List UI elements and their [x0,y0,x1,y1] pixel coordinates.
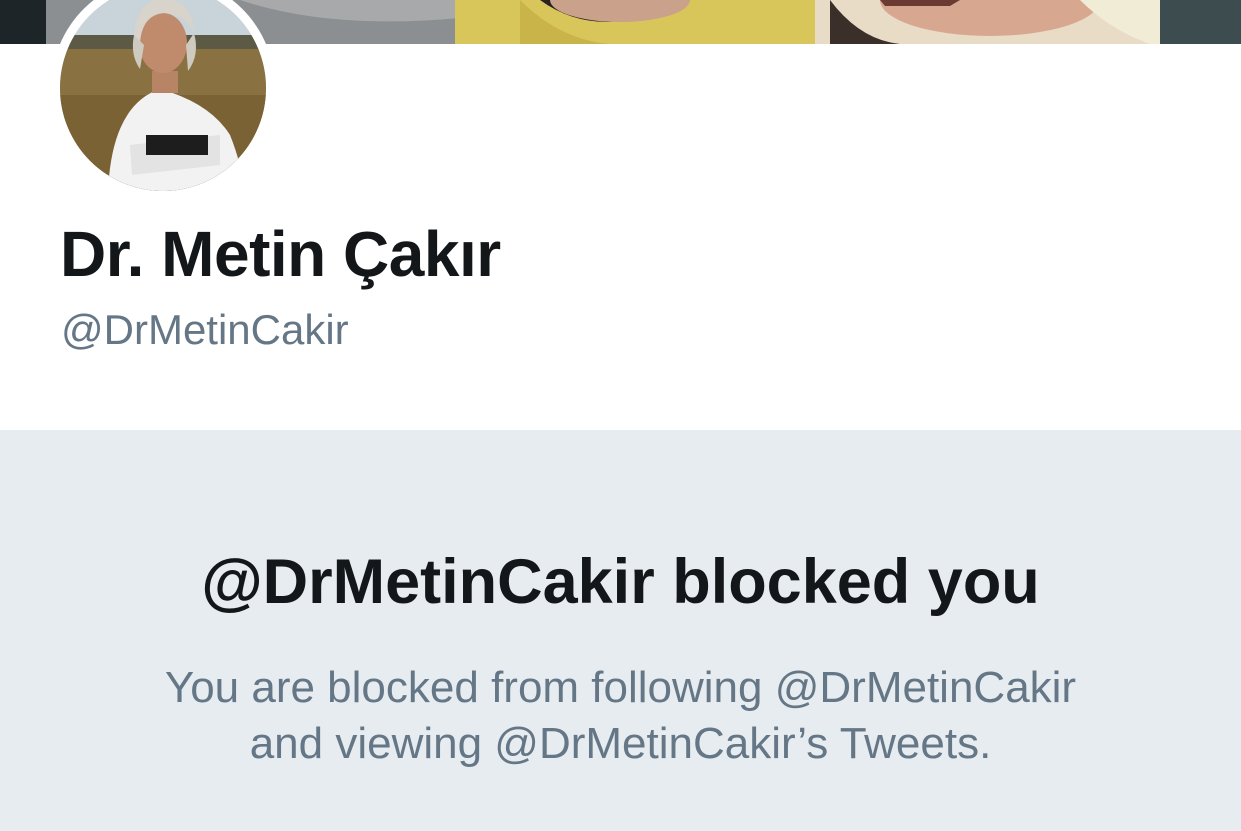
blocked-notice: @DrMetinCakir blocked you You are blocke… [0,430,1241,831]
profile-page: Dr. Metin Çakır @DrMetinCakir @DrMetinCa… [0,0,1241,831]
avatar[interactable] [51,0,275,200]
avatar-photo [60,0,266,191]
blocked-message-line-2: and viewing @DrMetinCakir’s Tweets. [249,719,992,768]
profile-photo-icon [60,0,266,191]
blocked-message: You are blocked from following @DrMetinC… [80,660,1161,772]
blocked-title: @DrMetinCakir blocked you [201,547,1040,617]
profile-display-name: Dr. Metin Çakır [60,218,501,290]
profile-handle: @DrMetinCakir [61,306,349,353]
blocked-message-line-1: You are blocked from following @DrMetinC… [164,663,1077,712]
